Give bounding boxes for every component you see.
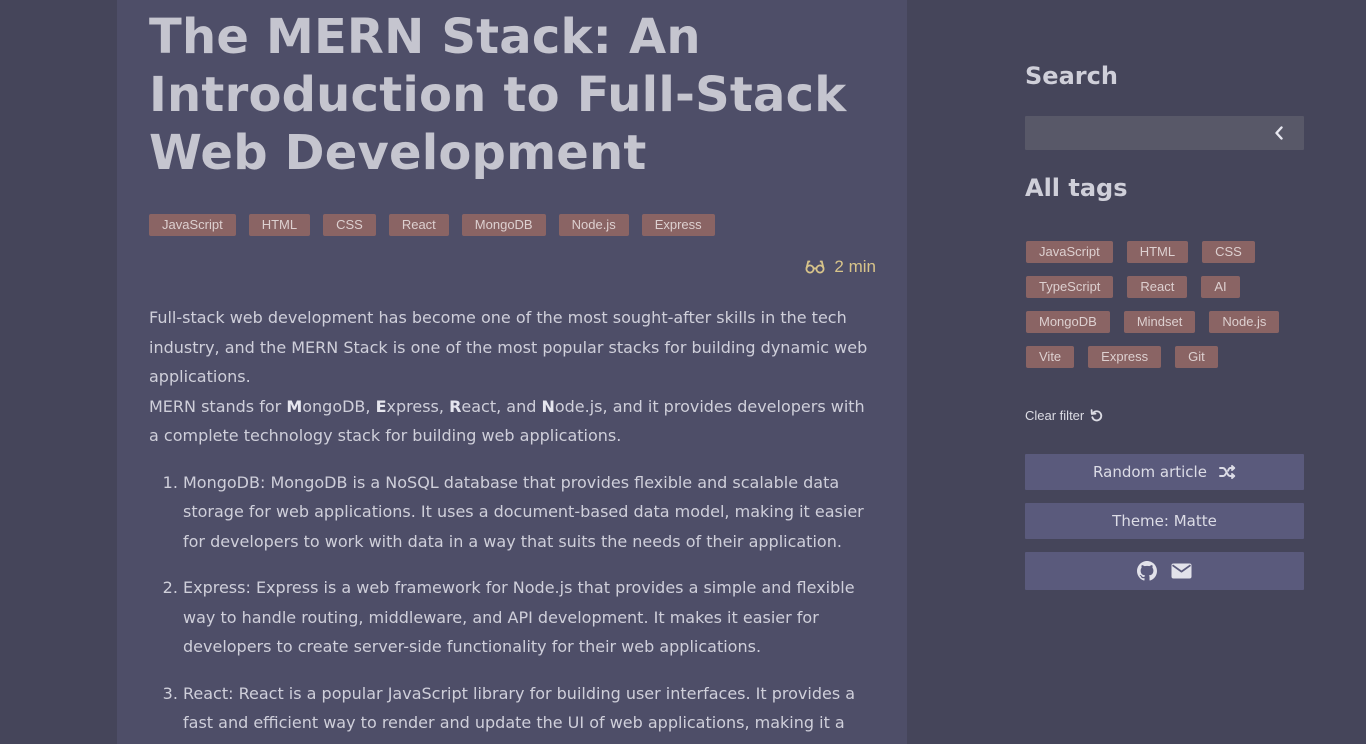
theme-label: Theme: Matte xyxy=(1112,512,1217,530)
envelope-icon[interactable] xyxy=(1171,563,1192,579)
tag-filter-html[interactable]: HTML xyxy=(1126,241,1189,263)
github-icon[interactable] xyxy=(1137,561,1157,581)
glasses-icon xyxy=(805,260,825,274)
article-panel: The MERN Stack: An Introduction to Full-… xyxy=(117,0,907,744)
social-links xyxy=(1025,552,1304,590)
article-tag-express[interactable]: Express xyxy=(641,214,715,236)
tag-filter-express[interactable]: Express xyxy=(1088,346,1162,368)
list-item: Express: Express is a web framework for … xyxy=(183,573,876,662)
article-tag-mongodb[interactable]: MongoDB xyxy=(461,214,546,236)
intro-paragraph: Full-stack web development has become on… xyxy=(149,308,868,386)
mern-definition: MERN stands for MongoDB, Express, React,… xyxy=(149,396,865,446)
random-article-button[interactable]: Random article xyxy=(1025,454,1304,490)
shuffle-icon xyxy=(1219,465,1236,479)
article-tag-nodejs[interactable]: Node.js xyxy=(558,214,629,236)
tag-filter-css[interactable]: CSS xyxy=(1202,241,1255,263)
search-box xyxy=(1025,116,1304,150)
article-body: Full-stack web development has become on… xyxy=(149,303,876,744)
list-item: MongoDB: MongoDB is a NoSQL database tha… xyxy=(183,468,876,557)
article-tag-html[interactable]: HTML xyxy=(248,214,311,236)
theme-toggle-button[interactable]: Theme: Matte xyxy=(1025,503,1304,539)
tag-filter-mongodb[interactable]: MongoDB xyxy=(1026,311,1110,333)
tag-filter-mindset[interactable]: Mindset xyxy=(1123,311,1196,333)
tag-filter-javascript[interactable]: JavaScript xyxy=(1026,241,1113,263)
random-article-label: Random article xyxy=(1093,463,1207,481)
article-tags: JavaScript HTML CSS React MongoDB Node.j… xyxy=(149,214,876,236)
article-tag-javascript[interactable]: JavaScript xyxy=(149,214,236,236)
chevron-left-icon[interactable] xyxy=(1274,126,1284,140)
all-tags-heading: All tags xyxy=(1025,174,1128,202)
tag-filter-typescript[interactable]: TypeScript xyxy=(1026,276,1114,298)
clear-filter-button[interactable]: Clear filter xyxy=(1025,408,1103,423)
all-tags-list: JavaScript HTML CSS TypeScript React AI … xyxy=(1026,241,1306,368)
search-input[interactable] xyxy=(1025,116,1255,150)
list-item: React: React is a popular JavaScript lib… xyxy=(183,679,876,744)
tag-filter-ai[interactable]: AI xyxy=(1201,276,1240,298)
refresh-icon xyxy=(1090,409,1103,422)
mern-list: MongoDB: MongoDB is a NoSQL database tha… xyxy=(149,468,876,744)
tag-filter-nodejs[interactable]: Node.js xyxy=(1209,311,1280,333)
read-time: 2 min xyxy=(149,257,876,277)
search-heading: Search xyxy=(1025,62,1118,90)
clear-filter-label: Clear filter xyxy=(1025,408,1085,423)
tag-filter-react[interactable]: React xyxy=(1127,276,1188,298)
read-time-value: 2 min xyxy=(834,257,876,276)
tag-filter-git[interactable]: Git xyxy=(1175,346,1218,368)
article-tag-react[interactable]: React xyxy=(388,214,449,236)
tag-filter-vite[interactable]: Vite xyxy=(1026,346,1075,368)
article-title: The MERN Stack: An Introduction to Full-… xyxy=(149,9,847,181)
article-tag-css[interactable]: CSS xyxy=(323,214,376,236)
